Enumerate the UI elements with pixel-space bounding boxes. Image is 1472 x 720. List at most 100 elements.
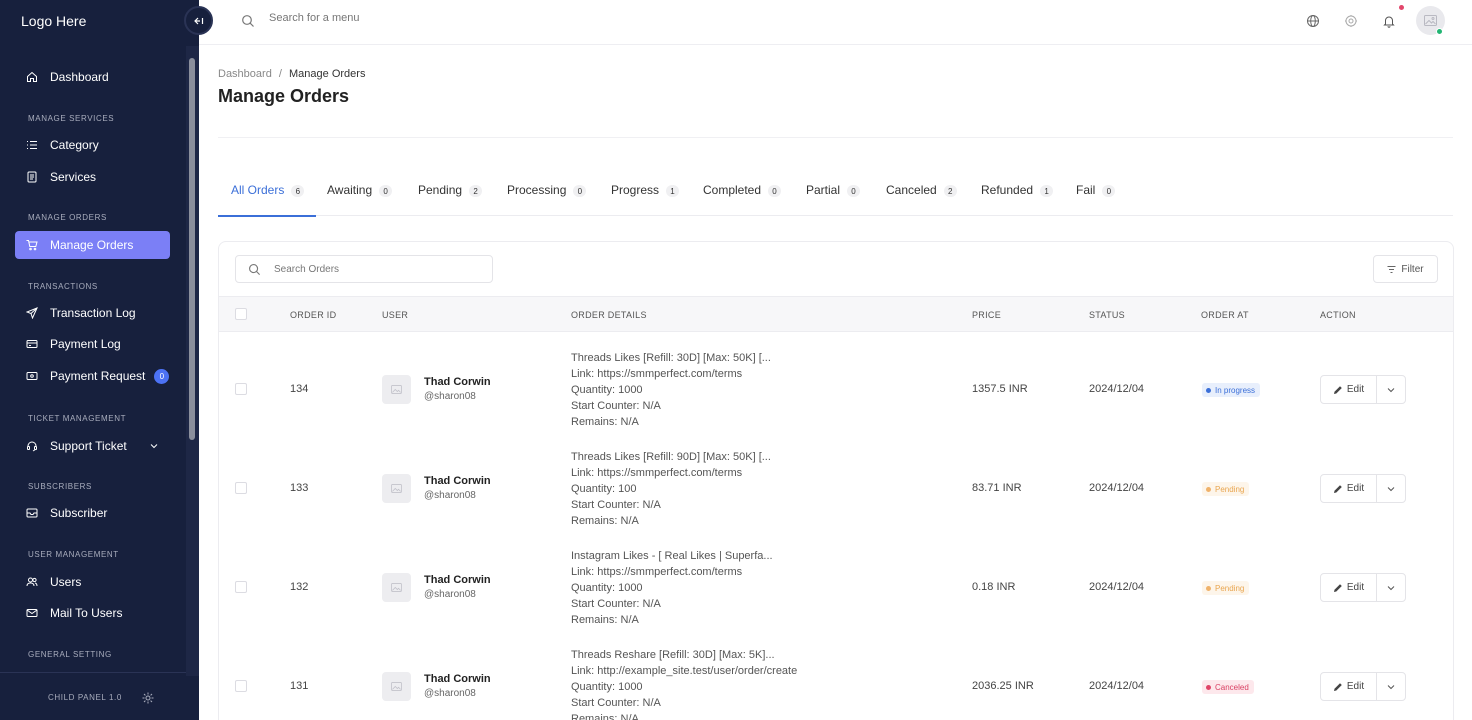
order-date: 2024/12/04 — [1089, 581, 1145, 593]
cart-icon — [25, 238, 39, 252]
tab-refunded[interactable]: Refunded 1 — [981, 170, 1054, 216]
topbar — [199, 0, 1472, 45]
tab-label: Canceled — [886, 183, 937, 197]
table-header: ORDER ID USER ORDER DETAILS PRICE STATUS… — [219, 296, 1453, 332]
column-header-user: USER — [382, 310, 409, 320]
order-link[interactable]: Link: https://smmperfect.com/terms — [571, 564, 773, 580]
chevron-down-icon[interactable] — [150, 441, 158, 451]
sidebar-item-label: Transaction Log — [50, 306, 136, 320]
order-link[interactable]: Link: http://example_site.test/user/orde… — [571, 663, 797, 679]
menu-search-input[interactable] — [269, 12, 569, 24]
select-all-checkbox[interactable] — [235, 308, 247, 320]
sidebar-item-payment-log[interactable]: Payment Log — [15, 330, 170, 358]
collapse-sidebar-button[interactable] — [184, 6, 213, 35]
edit-button[interactable]: Edit — [1321, 475, 1377, 502]
tab-label: Refunded — [981, 183, 1034, 197]
tab-completed[interactable]: Completed 0 — [703, 170, 782, 216]
tab-awaiting[interactable]: Awaiting 0 — [327, 170, 393, 216]
user-name[interactable]: Thad Corwin — [424, 673, 491, 685]
order-link[interactable]: Link: https://smmperfect.com/terms — [571, 366, 771, 382]
tab-count: 0 — [379, 185, 393, 197]
service-name: Threads Likes [Refill: 30D] [Max: 50K] [… — [571, 352, 771, 364]
sidebar-item-users[interactable]: Users — [15, 568, 170, 596]
settings-icon[interactable] — [1344, 14, 1358, 28]
edit-label: Edit — [1346, 582, 1365, 593]
order-date: 2024/12/04 — [1089, 680, 1145, 692]
order-quantity: Quantity: 1000 — [571, 681, 643, 693]
notification-dot — [1399, 5, 1404, 10]
user-name[interactable]: Thad Corwin — [424, 574, 491, 586]
sidebar-scrollbar[interactable] — [186, 46, 199, 676]
row-actions: Edit — [1320, 672, 1406, 701]
tab-count: 2 — [943, 185, 957, 197]
sidebar-item-mail-to-users[interactable]: Mail To Users — [15, 599, 170, 627]
sidebar-item-support-ticket[interactable]: Support Ticket — [15, 432, 170, 460]
row-dropdown-button[interactable] — [1377, 673, 1405, 700]
column-header-status: STATUS — [1089, 310, 1125, 320]
row-dropdown-button[interactable] — [1377, 475, 1405, 502]
sidebar-item-label: Payment Log — [50, 337, 121, 351]
sidebar-item-dashboard[interactable]: Dashboard — [15, 63, 170, 91]
search-orders-input[interactable] — [274, 263, 474, 275]
tab-label: Awaiting — [327, 183, 373, 197]
section-title-subscribers: SUBSCRIBERS — [28, 482, 92, 491]
bell-icon[interactable] — [1382, 14, 1396, 28]
sidebar-item-category[interactable]: Category — [15, 131, 170, 159]
row-checkbox[interactable] — [235, 581, 247, 593]
chevron-down-icon — [1387, 486, 1395, 491]
sidebar-scrollbar-thumb[interactable] — [189, 58, 195, 440]
section-title-services: MANAGE SERVICES — [28, 114, 115, 123]
sidebar-item-transaction-log[interactable]: Transaction Log — [15, 299, 170, 327]
tab-processing[interactable]: Processing 0 — [507, 170, 587, 216]
tab-label: Partial — [806, 183, 841, 197]
sidebar-item-services[interactable]: Services — [15, 163, 170, 191]
edit-button[interactable]: Edit — [1321, 673, 1377, 700]
row-checkbox[interactable] — [235, 680, 247, 692]
tab-pending[interactable]: Pending 2 — [418, 170, 483, 216]
tab-label: Fail — [1076, 183, 1096, 197]
logo[interactable]: Logo Here — [21, 13, 86, 29]
start-counter: Start Counter: N/A — [571, 499, 661, 511]
edit-button[interactable]: Edit — [1321, 376, 1377, 403]
section-title-users: USER MANAGEMENT — [28, 550, 119, 559]
user-image — [382, 474, 411, 503]
user-image — [382, 672, 411, 701]
row-checkbox[interactable] — [235, 482, 247, 494]
tab-count: 1 — [666, 185, 680, 197]
globe-icon[interactable] — [1306, 14, 1320, 28]
row-checkbox[interactable] — [235, 383, 247, 395]
row-dropdown-button[interactable] — [1377, 574, 1405, 601]
order-id: 132 — [290, 581, 309, 593]
sidebar-item-label: Payment Request — [50, 369, 146, 383]
sidebar-item-subscriber[interactable]: Subscriber — [15, 499, 170, 527]
user-name[interactable]: Thad Corwin — [424, 376, 491, 388]
tab-all-orders[interactable]: All Orders 6 — [217, 170, 317, 217]
tab-fail[interactable]: Fail 0 — [1076, 170, 1116, 216]
sidebar-item-label: Subscriber — [50, 506, 108, 520]
sun-icon[interactable] — [142, 691, 154, 704]
remains: Remains: N/A — [571, 416, 639, 428]
row-dropdown-button[interactable] — [1377, 376, 1405, 403]
order-link[interactable]: Link: https://smmperfect.com/terms — [571, 465, 771, 481]
wallet-icon — [25, 369, 39, 383]
sidebar: Logo Here Dashboard MANAGE SERVICES Cate… — [0, 0, 199, 720]
tab-partial[interactable]: Partial 0 — [806, 170, 861, 216]
tab-canceled[interactable]: Canceled 2 — [886, 170, 957, 216]
breadcrumb-dashboard[interactable]: Dashboard — [218, 68, 272, 80]
user-name[interactable]: Thad Corwin — [424, 475, 491, 487]
order-price: 83.71 INR — [972, 482, 1022, 494]
document-icon — [25, 170, 39, 184]
tab-count: 2 — [469, 185, 483, 197]
sidebar-item-payment-request[interactable]: Payment Request 0 — [15, 362, 170, 390]
user-image — [382, 573, 411, 602]
user-handle: @sharon08 — [424, 688, 476, 699]
remains: Remains: N/A — [571, 515, 639, 527]
sidebar-item-label: Dashboard — [50, 70, 109, 84]
sidebar-item-manage-orders[interactable]: Manage Orders — [15, 231, 170, 259]
filter-button[interactable]: Filter — [1373, 255, 1438, 283]
edit-button[interactable]: Edit — [1321, 574, 1377, 601]
user-image — [382, 375, 411, 404]
column-header-order-details: ORDER DETAILS — [571, 310, 647, 320]
page-title: Manage Orders — [218, 86, 350, 106]
tab-progress[interactable]: Progress 1 — [611, 170, 680, 216]
